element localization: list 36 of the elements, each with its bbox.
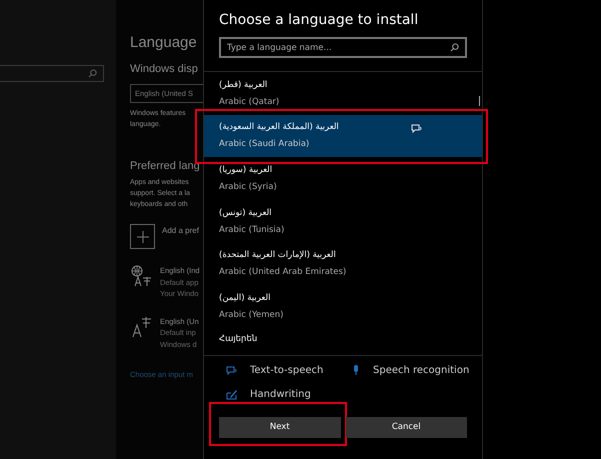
feature-label: Handwriting [250, 389, 311, 400]
add-language-label[interactable]: Add a pref [162, 226, 199, 235]
language-icon [130, 316, 152, 338]
microphone-icon [351, 364, 361, 376]
dialog-title: Choose a language to install [218, 11, 420, 28]
search-icon [88, 69, 97, 78]
globe-language-icon [130, 265, 152, 287]
feature-label: Text-to-speech [250, 364, 324, 376]
search-field[interactable] [0, 65, 104, 82]
search-icon [450, 43, 459, 52]
native-language-name: العربية (المملكة العربية السعودية) [219, 122, 340, 132]
language-name: Arabic (Qatar) [219, 96, 280, 107]
native-language-name: Հայերեն [219, 334, 258, 344]
page-title: Language [130, 34, 198, 51]
native-language-name: العربية (قطر) [219, 80, 268, 90]
language-item[interactable]: Հայերեն [204, 328, 482, 355]
language-name: Arabic (United Arab Emirates) [219, 267, 348, 278]
cancel-button[interactable]: Cancel [346, 416, 467, 438]
native-language-name: العربية (الإمارات العربية المتحدة) [219, 250, 337, 260]
native-language-name: العربية (اليمن) [219, 292, 272, 303]
language-name: Arabic (Yemen) [219, 310, 284, 320]
next-button[interactable]: Next [219, 416, 340, 438]
language-name: Arabic (Tunisia) [219, 224, 286, 235]
section-heading: Windows disp [130, 63, 199, 75]
feature-label: Speech recognition [373, 364, 470, 376]
language-name: Arabic (Syria) [219, 182, 278, 192]
plus-icon [136, 230, 148, 242]
add-button[interactable] [130, 224, 155, 249]
native-language-name: العربية (تونس) [219, 208, 273, 218]
speech-bubble-icon [411, 123, 423, 134]
search-field[interactable]: Type a language name... [219, 37, 467, 58]
speech-bubble-icon [226, 364, 238, 376]
language-name: Arabic (Saudi Arabia) [219, 139, 310, 150]
pen-on-pad-icon [226, 389, 238, 400]
native-language-name: العربية (سوريا) [219, 164, 274, 175]
section-heading: Preferred lang [130, 160, 201, 172]
